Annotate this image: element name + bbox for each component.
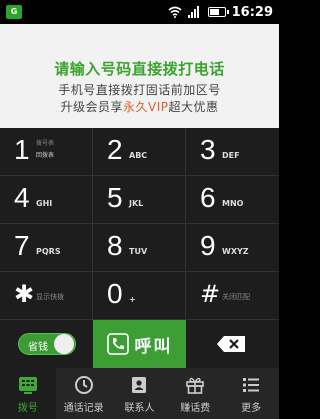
key-9[interactable]: 9 WXYZ bbox=[186, 224, 279, 272]
battery-icon bbox=[207, 7, 229, 17]
key-hash-label: 关闭匹配 bbox=[222, 293, 250, 301]
save-money-toggle[interactable]: 省钱 bbox=[18, 333, 76, 355]
clock-time: 16:29 bbox=[231, 4, 273, 20]
key-6[interactable]: 6 MNO bbox=[186, 176, 279, 224]
tab-dialpad[interactable]: 拨号 bbox=[0, 368, 56, 419]
tab-label: 通话记录 bbox=[63, 403, 104, 414]
key-digit: 6 bbox=[200, 182, 216, 213]
wifi-icon bbox=[168, 6, 182, 18]
status-icons: 16:29 bbox=[168, 4, 273, 20]
key-hash[interactable]: # 关闭匹配 bbox=[186, 272, 279, 320]
key-letters: JKL bbox=[129, 199, 144, 208]
key-digit: 7 bbox=[14, 230, 30, 261]
key-letters: TUV bbox=[129, 247, 148, 256]
tab-call-log[interactable]: 通话记录 bbox=[56, 368, 112, 419]
promo-prefix: 升级会员享 bbox=[60, 100, 123, 114]
tab-label: 拨号 bbox=[17, 403, 38, 414]
hash-icon: # bbox=[200, 280, 221, 308]
toggle-knob bbox=[54, 334, 74, 354]
key-8[interactable]: 8 TUV bbox=[93, 224, 186, 272]
key-letters: + bbox=[129, 295, 136, 304]
key-digit: 9 bbox=[200, 230, 216, 261]
key-1[interactable]: 1 拨号表 回拨表 bbox=[0, 128, 93, 176]
key-digit: 0 bbox=[107, 278, 123, 309]
key-0[interactable]: 0 + bbox=[93, 272, 186, 320]
signal-icon bbox=[187, 6, 202, 18]
call-button[interactable]: 呼叫 bbox=[93, 320, 186, 368]
key-7[interactable]: 7 PQRS bbox=[0, 224, 93, 272]
save-money-toggle-cell: 省钱 bbox=[0, 320, 93, 368]
tab-label: 联系人 bbox=[124, 403, 155, 414]
key-4[interactable]: 4 GHI bbox=[0, 176, 93, 224]
key-digit: 1 bbox=[14, 134, 30, 165]
backspace-icon[interactable] bbox=[216, 335, 246, 353]
key-digit: 8 bbox=[107, 230, 123, 261]
tab-earn-credit[interactable]: 赚话费 bbox=[167, 368, 223, 419]
vip-promo-line: 升级会员享永久VIP超大优惠 bbox=[0, 98, 279, 115]
bottom-tab-bar: 拨号 通话记录 联系人 赚话费 更多 bbox=[0, 368, 279, 419]
tab-contacts[interactable]: 联系人 bbox=[112, 368, 168, 419]
tab-more[interactable]: 更多 bbox=[223, 368, 279, 419]
key-letters: GHI bbox=[36, 199, 53, 208]
key-sublabel-top: 拨号表 bbox=[36, 140, 55, 147]
keypad-icon bbox=[18, 377, 37, 394]
phone-icon bbox=[106, 333, 129, 355]
dial-prompt-headline: 请输入号码直接拨打电话 bbox=[54, 60, 225, 78]
call-label: 呼叫 bbox=[134, 336, 173, 357]
tab-label: 更多 bbox=[241, 403, 262, 414]
key-3[interactable]: 3 DEF bbox=[186, 128, 279, 176]
key-digit: 5 bbox=[107, 182, 123, 213]
promo-suffix: 超大优惠 bbox=[168, 100, 219, 114]
key-star-label: 显示快拨 bbox=[36, 293, 64, 301]
asterisk-icon: ✱ bbox=[14, 280, 35, 308]
tab-label: 赚话费 bbox=[180, 403, 211, 414]
app-notification-icon: G bbox=[6, 5, 22, 19]
key-letters: ABC bbox=[129, 151, 148, 160]
key-letters: WXYZ bbox=[222, 247, 249, 256]
key-2[interactable]: 2 ABC bbox=[93, 128, 186, 176]
key-letters: MNO bbox=[222, 199, 244, 208]
number-display-area: 请输入号码直接拨打电话 手机号直接拨打固话前加区号 升级会员享永久VIP超大优惠 bbox=[0, 24, 279, 128]
toggle-label: 省钱 bbox=[28, 342, 48, 353]
key-digit: 2 bbox=[107, 134, 123, 165]
promo-highlight: 永久VIP bbox=[123, 100, 169, 114]
clock-icon bbox=[74, 376, 93, 394]
menu-icon bbox=[243, 378, 260, 392]
contacts-icon bbox=[132, 377, 147, 393]
key-letters: PQRS bbox=[36, 247, 61, 256]
dial-hint-line: 手机号直接拨打固话前加区号 bbox=[58, 83, 221, 97]
action-row: 省钱 呼叫 bbox=[0, 320, 279, 368]
key-digit: 3 bbox=[200, 134, 216, 165]
key-letters: DEF bbox=[222, 151, 240, 160]
key-digit: 4 bbox=[14, 182, 30, 213]
gift-icon bbox=[186, 377, 205, 394]
delete-cell bbox=[186, 320, 279, 368]
status-bar: G 16:29 bbox=[0, 0, 279, 24]
key-5[interactable]: 5 JKL bbox=[93, 176, 186, 224]
key-star[interactable]: ✱ 显示快拨 bbox=[0, 272, 93, 320]
key-sublabel-bottom: 回拨表 bbox=[36, 152, 55, 159]
